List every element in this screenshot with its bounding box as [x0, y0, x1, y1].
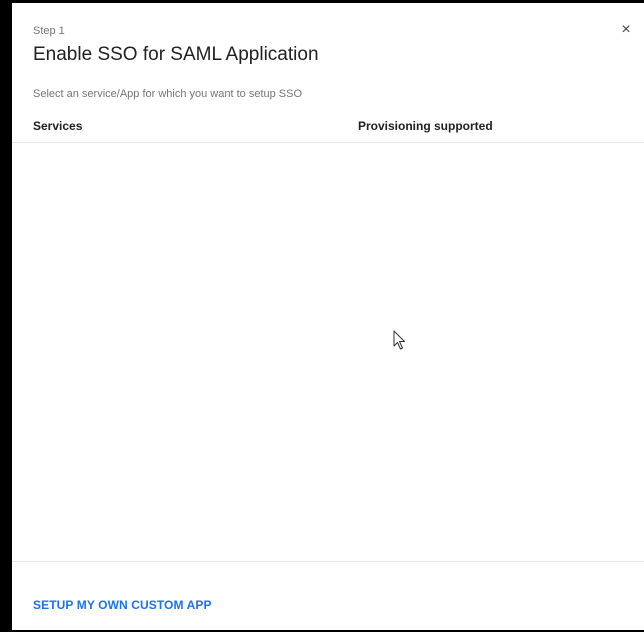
services-list — [12, 143, 644, 561]
mouse-pointer-icon — [393, 330, 405, 350]
column-header-services[interactable]: Services — [33, 119, 82, 133]
setup-custom-app-button[interactable]: SETUP MY OWN CUSTOM APP — [33, 598, 212, 612]
step-label: Step 1 — [33, 25, 65, 37]
close-icon[interactable]: × — [616, 20, 636, 40]
table-header: Services Provisioning supported — [12, 113, 644, 143]
dialog-footer: SETUP MY OWN CUSTOM APP — [12, 561, 644, 631]
column-header-provisioning[interactable]: Provisioning supported — [358, 119, 493, 133]
dialog-subtitle: Select an service/App for which you want… — [33, 88, 303, 100]
dialog-title: Enable SSO for SAML Application — [33, 44, 319, 65]
enable-sso-dialog: Step 1 Enable SSO for SAML Application ×… — [12, 3, 644, 630]
